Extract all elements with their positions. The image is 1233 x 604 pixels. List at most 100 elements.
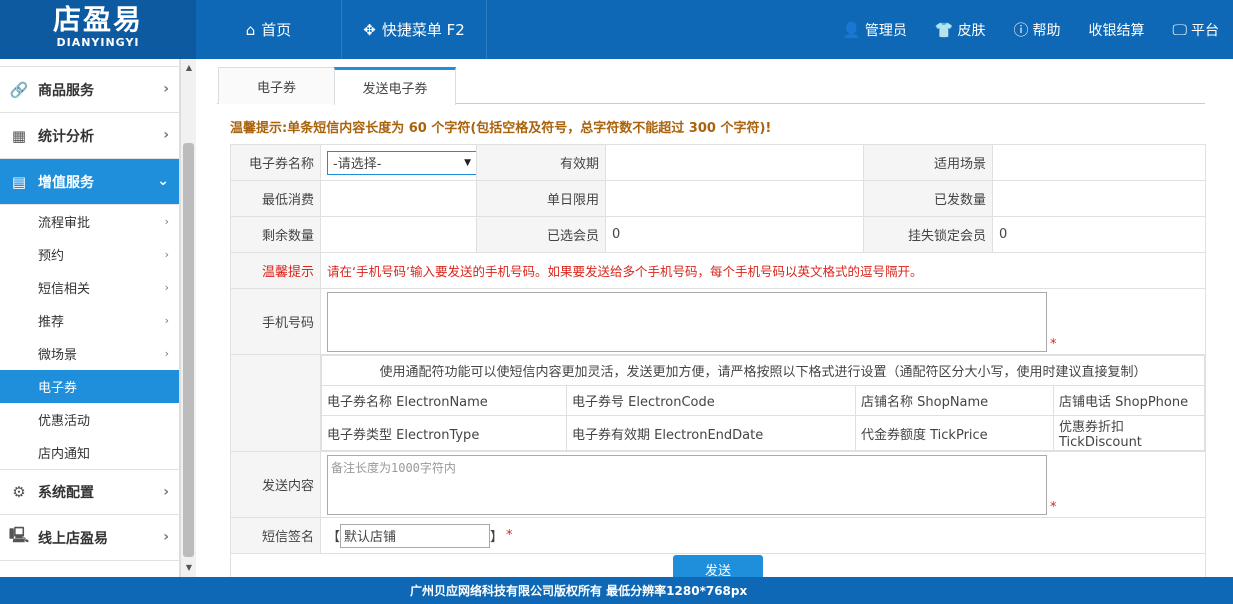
- nav-admin[interactable]: 👤 管理员: [842, 20, 907, 40]
- chevron-right-icon: ›: [163, 529, 169, 545]
- footer-copyright: 广州贝应网络科技有限公司版权所有 最低分辨率1280*768px: [0, 577, 1233, 604]
- scene-value: [992, 144, 1206, 181]
- daily-limit-label: 单日限用: [476, 180, 606, 217]
- signature-input[interactable]: 默认店铺: [340, 523, 491, 548]
- nav-quick-menu-label: 快捷菜单 F2: [381, 21, 465, 39]
- nav-quick-menu[interactable]: ✥ 快捷菜单 F2: [342, 0, 487, 59]
- chevron-right-icon: ›: [163, 81, 169, 97]
- wildcard-item: 店铺电话 ShopPhone: [1053, 385, 1205, 416]
- phone-textarea[interactable]: [327, 291, 1047, 352]
- sidebar-group-label: 统计分析: [38, 128, 94, 145]
- user-icon: 👤: [842, 20, 861, 39]
- wildcard-item: 电子券号 ElectronCode: [566, 385, 856, 416]
- sidebar-item-micro-scene[interactable]: 微场景 ›: [0, 337, 179, 370]
- sidebar-item-approval[interactable]: 流程审批 ›: [0, 205, 179, 238]
- nav-home-label: 首页: [261, 21, 292, 39]
- coupon-select-value: -请选择-: [333, 157, 382, 172]
- nav-skin[interactable]: 👕 皮肤: [935, 20, 986, 40]
- warm-tip-label: 温馨提示: [230, 252, 321, 289]
- required-mark: *: [1050, 499, 1057, 515]
- sidebar-item-sms[interactable]: 短信相关 ›: [0, 271, 179, 304]
- scroll-down-icon[interactable]: ▼: [181, 561, 197, 575]
- min-spend-value: [320, 180, 477, 217]
- sidebar-group-online[interactable]: 🖳 线上店盈易 ›: [0, 515, 179, 561]
- sidebar-group-goods[interactable]: 🔗 商品服务 ›: [0, 67, 179, 113]
- sidebar-group-label: 商品服务: [38, 82, 94, 99]
- sidebar-item-booking[interactable]: 预约 ›: [0, 238, 179, 271]
- nav-platform-label: 平台: [1191, 22, 1219, 39]
- content-textarea[interactable]: 备注长度为1000字符内: [327, 454, 1047, 515]
- sidebar-item-label: 流程审批: [38, 216, 91, 231]
- wildcard-item: 电子券类型 ElectronType: [321, 415, 567, 451]
- nav-checkout[interactable]: 收银结算: [1089, 20, 1145, 40]
- dropdown-arrow-icon: ▼: [464, 157, 471, 168]
- required-mark: *: [506, 528, 513, 543]
- sidebar-item-label: 预约: [38, 249, 65, 264]
- nav-checkout-label: 收银结算: [1088, 22, 1145, 39]
- sidebar-item-label: 微场景: [38, 348, 78, 363]
- chevron-right-icon: ›: [163, 127, 169, 143]
- brand-name-en: DIANYINGYI: [56, 36, 140, 49]
- sidebar-item-ecoupon[interactable]: 电子券: [0, 370, 179, 403]
- sidebar-item-label: 店内通知: [38, 447, 91, 462]
- tab-ecoupon[interactable]: 电子券: [218, 67, 335, 104]
- nav-home[interactable]: ⌂ 首页: [196, 0, 342, 59]
- tab-send-ecoupon[interactable]: 发送电子券: [334, 67, 456, 105]
- chevron-right-icon: ›: [164, 347, 169, 360]
- validity-label: 有效期: [476, 144, 606, 181]
- wildcard-table: 使用通配符功能可以使短信内容更加灵活，发送更加方便，请严格按照以下格式进行设置（…: [321, 355, 1205, 451]
- main-content: 电子券 发送电子券 温馨提示:单条短信内容长度为 60 个字符(包括空格及符号，…: [217, 59, 1233, 586]
- brand-logo[interactable]: 店盈易 DIANYINGYI: [0, 0, 196, 59]
- locked-members-value: 0: [992, 216, 1206, 253]
- link-icon: 🔗: [9, 80, 29, 99]
- sidebar-item-recommend[interactable]: 推荐 ›: [0, 304, 179, 337]
- signature-close-bracket: 】: [490, 530, 504, 545]
- monitor-icon: 🖵: [1172, 20, 1187, 39]
- nav-admin-label: 管理员: [864, 22, 907, 39]
- issued-value: [992, 180, 1206, 217]
- chevron-right-icon: ›: [164, 215, 169, 228]
- sidebar-group-stats[interactable]: ▦ 统计分析 ›: [0, 113, 179, 159]
- content-label: 发送内容: [230, 451, 321, 518]
- top-bar: 店盈易 DIANYINGYI ⌂ 首页 ✥ 快捷菜单 F2 👤 管理员 👕 皮肤…: [0, 0, 1233, 59]
- wildcard-item: 电子券有效期 ElectronEndDate: [566, 415, 856, 451]
- selected-members-label: 已选会员: [476, 216, 606, 253]
- home-icon: ⌂: [245, 20, 256, 39]
- sidebar-group-value-added[interactable]: ▤ 增值服务 ⌄: [0, 159, 179, 205]
- help-icon: ⓘ: [1013, 21, 1029, 39]
- issued-label: 已发数量: [863, 180, 993, 217]
- chevron-right-icon: ›: [163, 484, 169, 500]
- wildcard-item: 代金券额度 TickPrice: [855, 415, 1054, 451]
- locked-members-label: 挂失锁定会员: [863, 216, 993, 253]
- chevron-right-icon: ›: [164, 314, 169, 327]
- sidebar-item-promotion[interactable]: 优惠活动: [0, 403, 179, 436]
- nav-help[interactable]: ⓘ 帮助: [1014, 19, 1061, 40]
- nav-skin-label: 皮肤: [957, 22, 986, 39]
- nav-platform[interactable]: 🖵 平台: [1173, 20, 1219, 40]
- sidebar-group-label: 系统配置: [38, 485, 94, 501]
- wildcard-item: 电子券名称 ElectronName: [321, 385, 567, 416]
- wildcard-item: 店铺名称 ShopName: [855, 385, 1054, 416]
- sidebar-item-notice[interactable]: 店内通知: [0, 436, 179, 469]
- nav-help-label: 帮助: [1032, 22, 1061, 39]
- send-coupon-form: 电子券名称 -请选择- ▼ 有效期 适用场景 最低消费 单日限用 已发数量 剩余…: [230, 144, 1206, 586]
- remaining-label: 剩余数量: [230, 216, 321, 253]
- sidebar-item-label: 电子券: [38, 381, 78, 396]
- sidebar-group-system[interactable]: ⚙ 系统配置 ›: [0, 469, 179, 515]
- sidebar: 🔗 商品服务 › ▦ 统计分析 › ▤ 增值服务 ⌄ 流程审批 › 预约 › 短…: [0, 59, 180, 577]
- signature-wrap: 【 默认店铺 】 *: [327, 523, 1199, 548]
- move-icon: ✥: [363, 20, 376, 39]
- scroll-up-icon[interactable]: ▲: [181, 61, 197, 75]
- remaining-value: [320, 216, 477, 253]
- tshirt-icon: 👕: [934, 20, 954, 39]
- chevron-right-icon: ›: [164, 248, 169, 261]
- coupon-name-select[interactable]: -请选择- ▼: [327, 150, 477, 175]
- sidebar-scrollbar[interactable]: ▲ ▼: [180, 59, 196, 577]
- chart-icon: ▦: [11, 126, 27, 145]
- gear-icon: ⚙: [12, 483, 26, 501]
- tab-bar: 电子券 发送电子券: [217, 67, 1205, 105]
- warm-tip-text: 请在‘手机号码’输入要发送的手机号码。如果要发送给多个手机号码，每个手机号码以英…: [320, 252, 1206, 289]
- sidebar-item-label: 短信相关: [38, 282, 91, 297]
- scrollbar-thumb[interactable]: [183, 143, 194, 557]
- wildcard-item: 优惠券折扣 TickDiscount: [1053, 415, 1205, 451]
